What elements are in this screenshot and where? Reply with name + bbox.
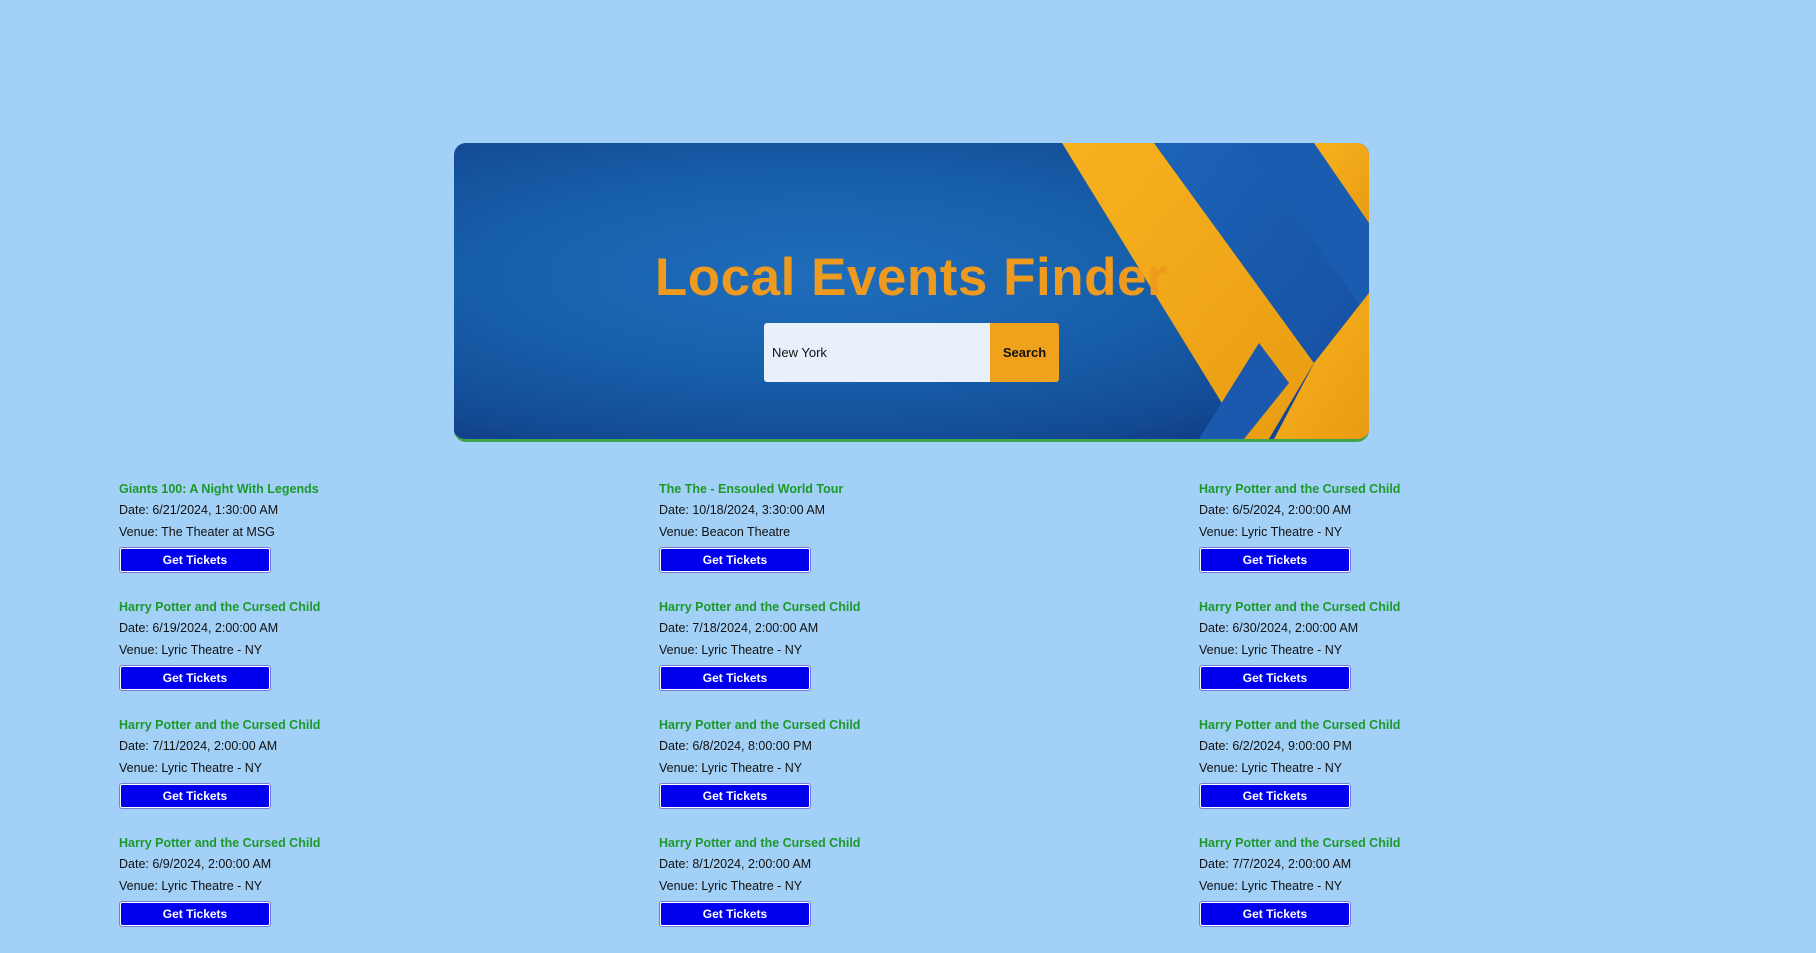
event-venue: Venue: Lyric Theatre - NY <box>119 761 263 775</box>
event-venue: Venue: Lyric Theatre - NY <box>659 879 803 893</box>
event-name: Harry Potter and the Cursed Child <box>1199 600 1401 614</box>
event-date: Date: 6/21/2024, 1:30:00 AM <box>119 503 279 517</box>
event-date: Date: 10/18/2024, 3:30:00 AM <box>659 503 826 517</box>
event-name: Giants 100: A Night With Legends <box>119 482 319 496</box>
hero-banner: Local Events Finder Search <box>454 143 1369 442</box>
event-card: Harry Potter and the Cursed Child Date: 6… <box>659 717 1199 835</box>
get-tickets-button[interactable]: Get Tickets <box>120 666 270 690</box>
get-tickets-button[interactable]: Get Tickets <box>120 902 270 926</box>
app-title: Local Events Finder <box>654 248 1169 307</box>
event-date: Date: 7/7/2024, 2:00:00 AM <box>1199 857 1352 871</box>
event-date: Date: 6/30/2024, 2:00:00 AM <box>1199 621 1359 635</box>
event-name: Harry Potter and the Cursed Child <box>119 836 321 850</box>
event-card: Harry Potter and the Cursed Child Date: 8… <box>659 835 1199 953</box>
get-tickets-button[interactable]: Get Tickets <box>660 548 810 572</box>
event-name: Harry Potter and the Cursed Child <box>659 718 861 732</box>
event-name: Harry Potter and the Cursed Child <box>659 600 861 614</box>
get-tickets-button[interactable]: Get Tickets <box>120 548 270 572</box>
event-venue: Venue: Lyric Theatre - NY <box>1199 643 1343 657</box>
event-date: Date: 8/1/2024, 2:00:00 AM <box>659 857 812 871</box>
search-input[interactable] <box>764 323 990 382</box>
event-name: Harry Potter and the Cursed Child <box>1199 718 1401 732</box>
get-tickets-button[interactable]: Get Tickets <box>1200 902 1350 926</box>
event-venue: Venue: Beacon Theatre <box>659 525 791 539</box>
event-card: Harry Potter and the Cursed Child Date: 6… <box>119 835 659 953</box>
event-date: Date: 7/18/2024, 2:00:00 AM <box>659 621 819 635</box>
get-tickets-button[interactable]: Get Tickets <box>1200 666 1350 690</box>
get-tickets-button[interactable]: Get Tickets <box>660 784 810 808</box>
get-tickets-button[interactable]: Get Tickets <box>120 784 270 808</box>
event-date: Date: 7/11/2024, 2:00:00 AM <box>119 739 278 753</box>
event-name: Harry Potter and the Cursed Child <box>1199 482 1401 496</box>
events-grid: Giants 100: A Night With Legends Date: 6/… <box>119 481 1759 953</box>
get-tickets-button[interactable]: Get Tickets <box>660 902 810 926</box>
event-card: Harry Potter and the Cursed Child Date: 6… <box>1199 481 1739 599</box>
event-venue: Venue: Lyric Theatre - NY <box>119 879 263 893</box>
event-venue: Venue: Lyric Theatre - NY <box>1199 525 1343 539</box>
event-card: Harry Potter and the Cursed Child Date: 7… <box>119 717 659 835</box>
event-card: The The - Ensouled World Tour Date: 10/18… <box>659 481 1199 599</box>
event-name: Harry Potter and the Cursed Child <box>1199 836 1401 850</box>
event-venue: Venue: Lyric Theatre - NY <box>1199 879 1343 893</box>
event-venue: Venue: The Theater at MSG <box>119 525 275 539</box>
search-button[interactable]: Search <box>990 323 1059 382</box>
event-card: Harry Potter and the Cursed Child Date: 6… <box>1199 717 1739 835</box>
event-venue: Venue: Lyric Theatre - NY <box>659 643 803 657</box>
event-name: Harry Potter and the Cursed Child <box>119 718 321 732</box>
event-card: Harry Potter and the Cursed Child Date: 6… <box>119 599 659 717</box>
event-card: Harry Potter and the Cursed Child Date: 6… <box>1199 599 1739 717</box>
event-date: Date: 6/5/2024, 2:00:00 AM <box>1199 503 1352 517</box>
event-name: The The - Ensouled World Tour <box>659 482 844 496</box>
event-card: Harry Potter and the Cursed Child Date: 7… <box>659 599 1199 717</box>
event-venue: Venue: Lyric Theatre - NY <box>659 761 803 775</box>
get-tickets-button[interactable]: Get Tickets <box>660 666 810 690</box>
event-date: Date: 6/9/2024, 2:00:00 AM <box>119 857 272 871</box>
get-tickets-button[interactable]: Get Tickets <box>1200 548 1350 572</box>
event-venue: Venue: Lyric Theatre - NY <box>119 643 263 657</box>
event-date: Date: 6/19/2024, 2:00:00 AM <box>119 621 279 635</box>
get-tickets-button[interactable]: Get Tickets <box>1200 784 1350 808</box>
search-bar: Search <box>764 323 1059 382</box>
event-date: Date: 6/2/2024, 9:00:00 PM <box>1199 739 1352 753</box>
event-name: Harry Potter and the Cursed Child <box>659 836 861 850</box>
event-card: Harry Potter and the Cursed Child Date: 7… <box>1199 835 1739 953</box>
event-venue: Venue: Lyric Theatre - NY <box>1199 761 1343 775</box>
event-date: Date: 6/8/2024, 8:00:00 PM <box>659 739 812 753</box>
event-card: Giants 100: A Night With Legends Date: 6/… <box>119 481 659 599</box>
event-name: Harry Potter and the Cursed Child <box>119 600 321 614</box>
